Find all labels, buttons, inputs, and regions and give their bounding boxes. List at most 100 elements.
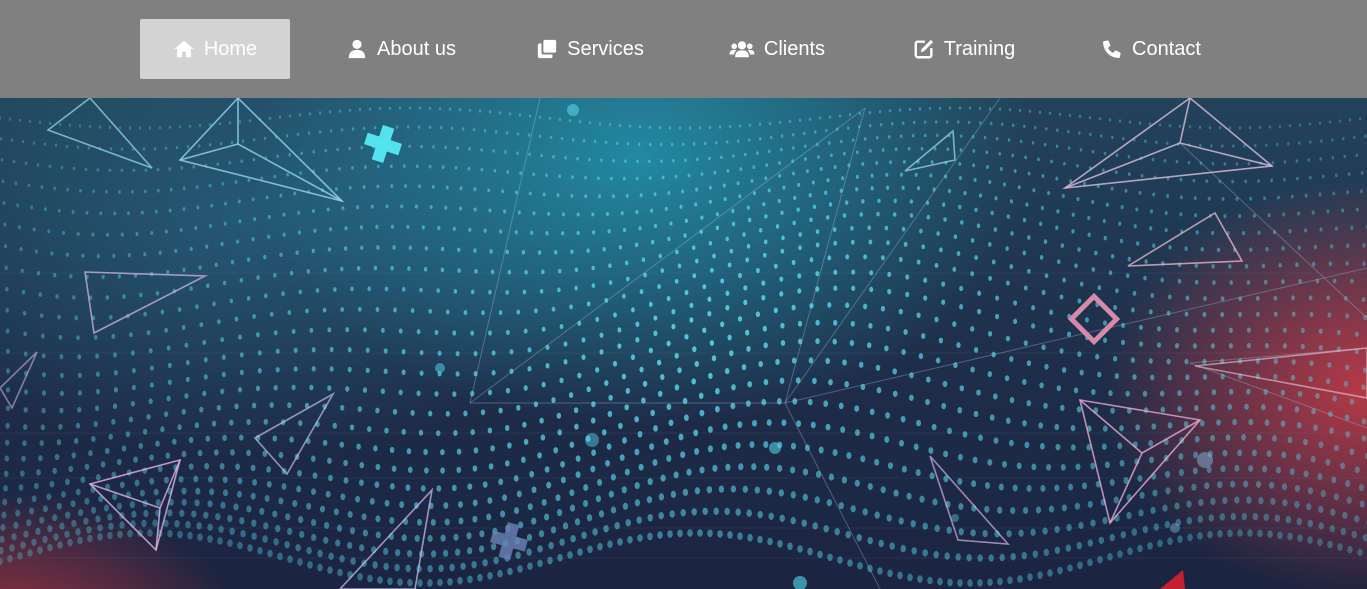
- wave-dot: [217, 537, 223, 545]
- wave-dot: [1271, 160, 1275, 165]
- wave-dot: [739, 167, 743, 171]
- wave-dot: [1235, 162, 1239, 166]
- wave-dot: [934, 262, 939, 268]
- nav-services[interactable]: Services: [515, 19, 665, 79]
- nav-training[interactable]: Training: [889, 19, 1039, 79]
- nav-about-us[interactable]: About us: [326, 19, 476, 79]
- wave-dot: [1313, 244, 1318, 250]
- wave-dot: [405, 564, 411, 573]
- wave-dot: [502, 494, 508, 501]
- wave-dot: [339, 441, 345, 448]
- wave-dot: [879, 123, 883, 127]
- wave-dot: [1309, 140, 1312, 144]
- wave-dot: [275, 348, 280, 354]
- wave-dot: [941, 281, 946, 287]
- wave-dot: [107, 513, 113, 521]
- wave-dot: [182, 207, 186, 212]
- wave-dot: [444, 518, 450, 526]
- wave-dot: [608, 123, 612, 127]
- wave-dot: [222, 434, 227, 441]
- wave-dot: [487, 389, 493, 396]
- wave-dot: [1228, 126, 1232, 130]
- wave-dot: [697, 529, 703, 537]
- wave-dot: [978, 193, 983, 198]
- user-icon: [346, 38, 368, 60]
- wave-dot: [348, 146, 352, 151]
- wave-dot: [660, 373, 665, 381]
- nav-home[interactable]: Home: [140, 19, 290, 79]
- nav-clients[interactable]: Clients: [702, 19, 852, 79]
- wave-dot: [146, 330, 151, 336]
- wave-dot: [634, 448, 640, 456]
- wave-dot: [1023, 340, 1028, 346]
- wave-dot: [934, 120, 938, 124]
- wave-dot: [486, 513, 492, 521]
- wave-dot: [291, 384, 296, 391]
- wave-dot: [407, 578, 413, 587]
- wave-dot: [167, 379, 172, 385]
- wave-dot: [1076, 406, 1082, 413]
- wave-dot: [30, 205, 34, 210]
- wave-dot: [1118, 221, 1122, 226]
- wave-dot: [802, 131, 806, 136]
- wave-dot: [789, 466, 796, 474]
- wave-dot: [1283, 177, 1286, 182]
- wave-dot: [127, 211, 130, 216]
- wave-dot: [1230, 512, 1237, 521]
- wave-dot: [340, 307, 345, 312]
- wave-dot: [898, 256, 903, 263]
- wave-dot: [972, 163, 976, 168]
- wave-dot: [297, 230, 302, 235]
- wave-dot: [967, 579, 973, 587]
- wave-dot: [467, 575, 473, 584]
- wave-dot: [234, 180, 238, 184]
- wave-dot: [635, 210, 639, 215]
- wave-dot: [522, 421, 527, 428]
- wave-dot: [401, 534, 407, 542]
- wave-dot: [1282, 212, 1286, 217]
- wave-dot: [986, 165, 989, 169]
- wave-dot: [955, 553, 961, 561]
- wave-dot: [968, 106, 972, 110]
- wave-dot: [1022, 420, 1027, 427]
- wave-dot: [333, 287, 337, 292]
- wave-dot: [886, 514, 892, 522]
- wave-dot: [527, 503, 533, 511]
- wave-dot: [773, 263, 778, 269]
- wave-dot: [181, 450, 187, 458]
- wave-dot: [5, 307, 9, 313]
- wave-dot: [1103, 235, 1107, 241]
- wave-dot: [1187, 533, 1193, 542]
- wave-dot: [381, 327, 385, 333]
- wave-dot: [810, 421, 816, 429]
- wave-dot: [1191, 483, 1197, 491]
- wave-dot: [1220, 312, 1225, 318]
- wave-dot: [1091, 199, 1095, 205]
- wave-dot: [1291, 311, 1296, 317]
- wave-dot: [661, 175, 665, 180]
- wave-dot: [1179, 212, 1183, 217]
- wave-dot: [153, 147, 157, 151]
- wave-dot: [1107, 553, 1113, 561]
- wave-dot: [251, 532, 257, 540]
- wave-dot: [184, 393, 189, 399]
- wave-dot: [921, 244, 926, 250]
- wave-dot: [189, 246, 193, 252]
- wave-dot: [273, 174, 277, 179]
- wave-dot: [488, 463, 494, 470]
- wave-dot: [306, 269, 311, 274]
- wave-dot: [42, 372, 46, 378]
- wave-dot: [178, 475, 184, 483]
- wave-dot: [1150, 374, 1155, 381]
- wave-dot: [650, 409, 656, 417]
- wave-dot: [20, 268, 24, 274]
- nav-contact[interactable]: Contact: [1076, 19, 1226, 79]
- wave-dot: [1119, 238, 1124, 244]
- wave-dot: [875, 160, 879, 165]
- wave-dot: [105, 189, 108, 194]
- wave-dot: [1263, 279, 1268, 285]
- wave-dot: [268, 116, 272, 120]
- wave-dot: [877, 198, 881, 204]
- wave-dot: [363, 327, 367, 333]
- wave-dot: [956, 342, 961, 349]
